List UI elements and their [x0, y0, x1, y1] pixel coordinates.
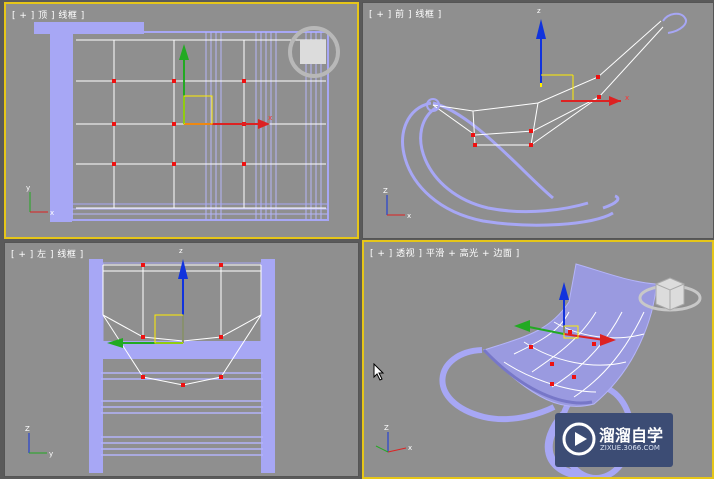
svg-text:x: x — [625, 94, 629, 102]
viewport-top-canvas[interactable]: x y x — [6, 4, 357, 237]
svg-text:x: x — [50, 209, 54, 217]
svg-text:x: x — [408, 444, 412, 452]
viewport-front-label[interactable]: [ + ] 前 ] 线框 ] — [369, 7, 442, 20]
chair-front-rocker — [401, 101, 620, 227]
svg-text:Z: Z — [25, 425, 30, 433]
axis-tripod-top: y x — [26, 184, 54, 217]
move-gizmo-front[interactable]: x z — [536, 7, 629, 106]
svg-text:Z: Z — [383, 187, 388, 195]
viewcube-top[interactable] — [288, 26, 340, 78]
chair-front-backrest — [426, 12, 687, 112]
viewport-top-label[interactable]: [ + ] 顶 ] 线框 ] — [12, 8, 85, 21]
axis-tripod-perspective: Z x — [375, 424, 412, 453]
viewport-left-label[interactable]: [ + ] 左 ] 线框 ] — [11, 247, 84, 260]
viewport-left[interactable]: [ + ] 左 ] 线框 ] z Z y — [4, 242, 359, 477]
front-vertices — [471, 75, 601, 147]
svg-text:z: z — [537, 7, 541, 15]
watermark-badge: 溜溜自学 ZIXUE.3066.COM — [555, 413, 673, 467]
top-vertices — [112, 79, 246, 166]
axis-tripod-left: Z y — [25, 425, 53, 458]
viewport-top[interactable]: [ + ] 顶 ] 线框 ] x y x — [4, 2, 359, 239]
chair-front-seat — [432, 20, 664, 146]
svg-text:Z: Z — [384, 424, 389, 432]
viewport-perspective-label[interactable]: [ + ] 透视 ] 平滑 + 高光 + 边面 ] — [370, 246, 520, 259]
watermark-subtitle: ZIXUE.3066.COM — [600, 444, 660, 452]
svg-text:x: x — [268, 114, 272, 122]
axis-tripod-front: Z x — [383, 187, 411, 220]
viewport-front-canvas[interactable]: x z Z x — [363, 3, 713, 238]
viewport-left-canvas[interactable]: z Z y — [5, 243, 358, 476]
watermark-title: 溜溜自学 — [599, 426, 664, 445]
svg-text:x: x — [407, 212, 411, 220]
svg-text:z: z — [179, 247, 183, 255]
svg-text:y: y — [49, 450, 53, 458]
chair-top-mesh — [34, 22, 329, 222]
svg-text:y: y — [26, 184, 30, 192]
mouse-cursor-icon — [373, 363, 385, 381]
move-gizmo-left[interactable]: z — [107, 247, 188, 348]
play-logo-icon — [562, 422, 596, 456]
viewport-front[interactable]: [ + ] 前 ] 线框 ] x z Z x — [362, 2, 714, 239]
move-gizmo-top[interactable]: x — [179, 44, 272, 129]
